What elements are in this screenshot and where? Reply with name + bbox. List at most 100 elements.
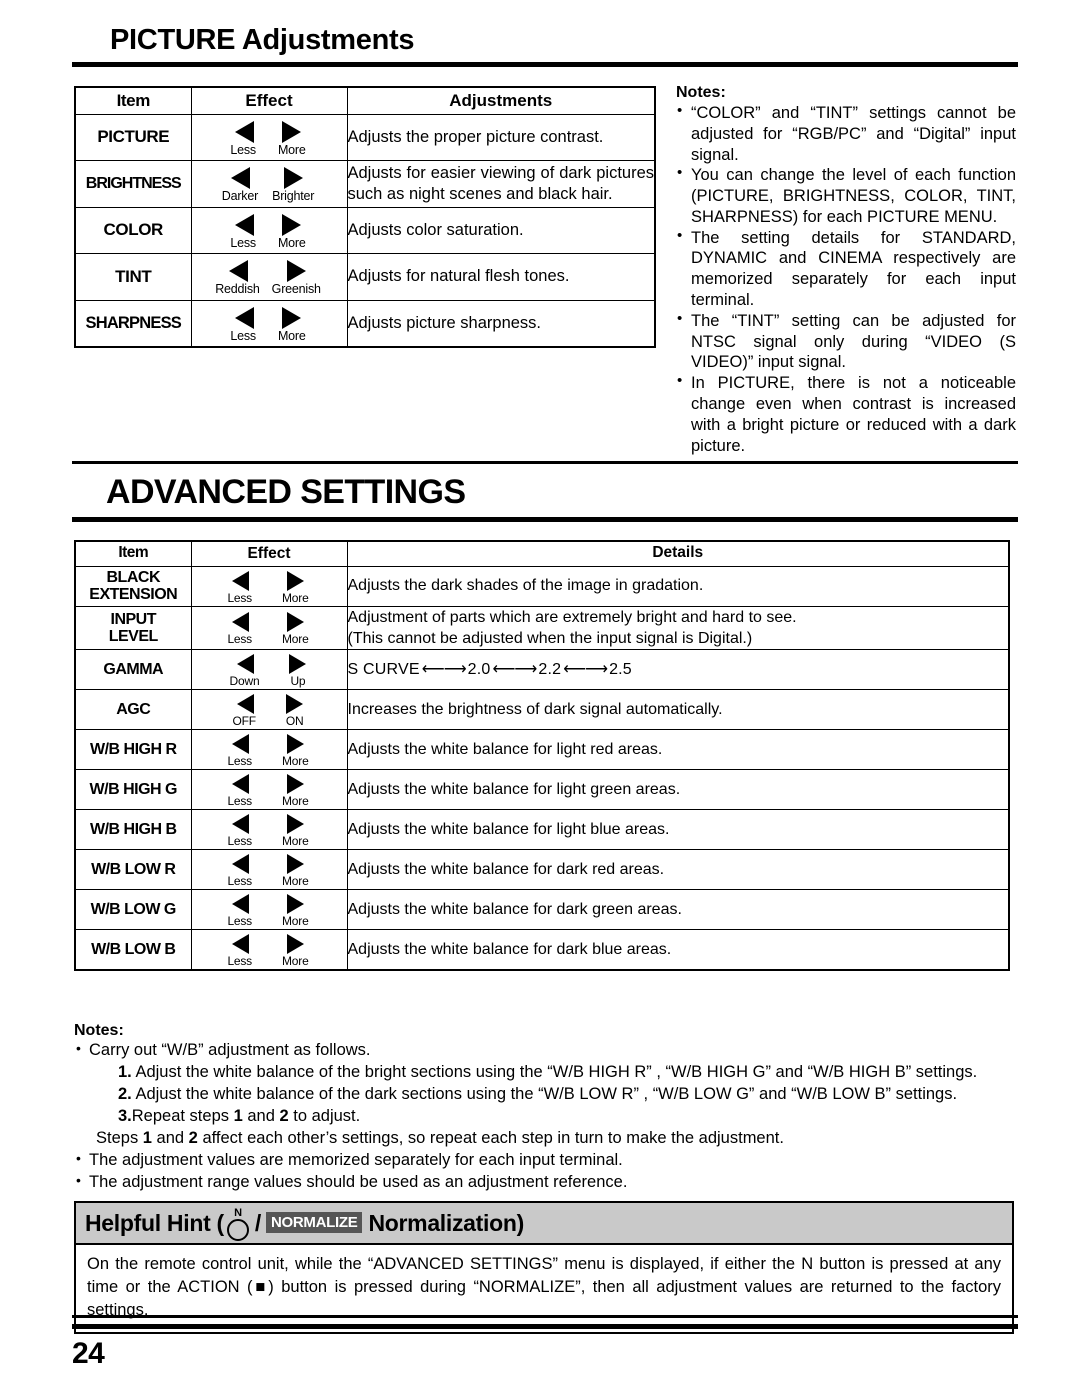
row-desc-tint: Adjusts for natural flesh tones. — [346, 253, 656, 301]
step-text: Adjust the white balance of the dark sec… — [135, 1084, 958, 1103]
note-step-1: 1. Adjust the white balance of the brigh… — [74, 1062, 1014, 1084]
row-item-sharpness: SHARPNESS — [74, 299, 192, 348]
row-desc-wb-low-g: Adjusts the white balance for dark green… — [346, 889, 1010, 931]
row-effect-wb-high-r: Less More — [190, 729, 348, 771]
effect-right-label: More — [282, 914, 309, 929]
row-effect-wb-high-g: Less More — [190, 769, 348, 811]
row-effect-sharpness: Less More — [190, 299, 348, 348]
step-ref-b: 2 — [279, 1106, 289, 1125]
effect-left-label: Less — [230, 235, 256, 250]
row-item-wb-high-r: W/B HIGH R — [74, 729, 192, 771]
page-title: PICTURE Adjustments — [110, 24, 415, 56]
arrow-right-icon — [286, 694, 304, 715]
row-effect-wb-low-r: Less More — [190, 849, 348, 891]
row-desc-agc: Increases the brightness of dark signal … — [346, 689, 1010, 731]
cont-mid: and — [151, 1128, 189, 1147]
row-effect-black-extension: Less More — [190, 565, 348, 607]
row-effect-agc: OFF ON — [190, 689, 348, 731]
arrow-left-icon — [236, 654, 254, 675]
effect-right-label: Greenish — [271, 282, 321, 296]
step-number: 2. — [118, 1084, 132, 1103]
note-item: You can change the level of each functio… — [676, 164, 1016, 227]
table-row: W/B LOW B Less More Adjusts the white ba… — [74, 929, 1010, 971]
gamma-arrow-icon: ⟵⟶ — [492, 660, 537, 678]
separator-slash: / — [254, 1209, 261, 1236]
effect-right-label: More — [282, 954, 309, 969]
step-text-post: to adjust. — [288, 1106, 361, 1125]
arrow-right-icon — [286, 612, 304, 633]
normalize-badge: NORMALIZE — [265, 1211, 363, 1233]
effect-right-label: More — [282, 794, 309, 809]
row-item-wb-high-b: W/B HIGH B — [74, 809, 192, 851]
arrow-left-icon — [231, 167, 251, 189]
cont-pre: Steps — [96, 1128, 143, 1147]
arrow-left-icon — [234, 120, 254, 143]
row-item-color: COLOR — [74, 206, 192, 254]
effect-right-label: Brighter — [272, 189, 315, 203]
hint-title-post: Normalization) — [368, 1209, 524, 1236]
step-text-pre: Repeat steps — [131, 1106, 234, 1125]
col-header-adjustments: Adjustments — [346, 86, 656, 115]
notes-heading: Notes: — [676, 84, 726, 101]
cont-post: affect each other’s settings, so repeat … — [197, 1128, 784, 1147]
effect-right-label: More — [277, 142, 306, 157]
row-desc-sharpness: Adjusts picture sharpness. — [346, 299, 656, 348]
effect-right-label: Up — [290, 674, 306, 689]
effect-right-label: More — [282, 632, 309, 647]
arrow-right-icon — [286, 934, 304, 955]
note-item: The “TINT” setting can be adjusted for N… — [676, 310, 1016, 373]
helpful-hint-body: On the remote control unit, while the “A… — [87, 1255, 1001, 1319]
table-row: AGC OFF ON Increases the brightness of d… — [74, 689, 1010, 731]
table-header-row: Item Effect Details — [74, 540, 1010, 567]
table-row: BLACK EXTENSION Less More Adjusts the dar… — [74, 565, 1010, 607]
step-text: Adjust the white balance of the bright s… — [135, 1062, 978, 1081]
effect-right-label: More — [282, 874, 309, 889]
n-button-label: N — [234, 1206, 242, 1219]
table-row: INPUT LEVEL Less More Adjustment of parts… — [74, 605, 1010, 651]
effect-right-label: More — [282, 834, 309, 849]
table-row: TINT Reddish Greenish Adjusts for natura… — [74, 253, 656, 301]
effect-left-label: Less — [227, 632, 252, 647]
note-step-2: 2. Adjust the white balance of the dark … — [74, 1084, 1014, 1106]
table-row: PICTURE Less More Adjusts the proper pic… — [74, 113, 656, 161]
picture-notes: Notes: “COLOR” and “TINT” settings canno… — [676, 84, 1016, 456]
row-effect-tint: Reddish Greenish — [190, 253, 348, 301]
table-row: BRIGHTNESS Darker Brighter Adjusts for e… — [74, 160, 656, 208]
gamma-value: 2.2 — [538, 660, 562, 678]
row-desc-wb-low-b: Adjusts the white balance for dark blue … — [346, 929, 1010, 971]
advanced-notes: Notes: Carry out “W/B” adjustment as fol… — [74, 1022, 1014, 1194]
footer-rule-thick — [72, 1324, 1018, 1329]
note-item: The adjustment range values should be us… — [74, 1171, 1014, 1194]
col-header-item: Item — [74, 540, 192, 567]
row-item-wb-low-r: W/B LOW R — [74, 849, 192, 891]
table-row: W/B LOW G Less More Adjusts the white ba… — [74, 889, 1010, 931]
page-number: 24 — [72, 1337, 105, 1370]
table-row: W/B HIGH G Less More Adjusts the white b… — [74, 769, 1010, 811]
col-header-effect: Effect — [190, 540, 348, 567]
effect-left-label: Less — [227, 874, 252, 889]
effect-left-label: Down — [229, 674, 260, 689]
note-item: In PICTURE, there is not a noticeable ch… — [676, 372, 1016, 456]
cont-ref-b: 2 — [188, 1128, 198, 1147]
arrow-left-icon — [232, 734, 250, 755]
row-desc-input-level: Adjustment of parts which are extremely … — [346, 605, 1010, 651]
step-number: 1. — [118, 1062, 132, 1081]
arrow-right-icon — [282, 213, 302, 236]
row-effect-input-level: Less More — [190, 605, 348, 651]
notes-heading: Notes: — [74, 1022, 124, 1039]
arrow-right-icon — [286, 774, 304, 795]
row-effect-brightness: Darker Brighter — [190, 160, 348, 208]
row-effect-wb-high-b: Less More — [190, 809, 348, 851]
row-item-agc: AGC — [74, 689, 192, 731]
arrow-right-icon — [283, 167, 303, 189]
row-item-black-extension: BLACK EXTENSION — [74, 565, 192, 607]
arrow-right-icon — [282, 120, 302, 143]
effect-right-label: More — [277, 328, 306, 343]
arrow-left-icon — [232, 854, 250, 875]
col-header-item: Item — [74, 86, 192, 115]
document-page: PICTURE Adjustments Item Effect Adjustme… — [0, 0, 1080, 1397]
arrow-right-icon — [286, 854, 304, 875]
table-row: W/B HIGH B Less More Adjusts the white b… — [74, 809, 1010, 851]
n-button-icon: N — [226, 1206, 249, 1241]
arrow-left-icon — [232, 774, 250, 795]
